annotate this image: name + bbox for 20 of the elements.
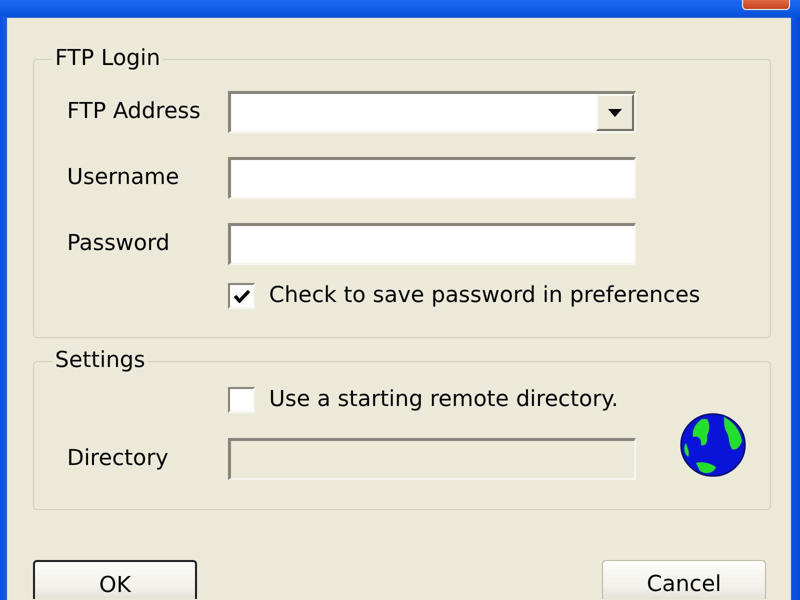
field-label: Directory: [67, 445, 170, 473]
field-label: Username: [67, 164, 180, 192]
close-button[interactable]: [742, 0, 790, 10]
checkbox[interactable]: [228, 283, 255, 309]
checkbox-label[interactable]: Use a starting remote directory.: [269, 387, 618, 413]
field-label: FTP Address: [67, 98, 202, 126]
group-title: Settings: [54, 348, 146, 374]
dropdown-field[interactable]: [228, 91, 636, 133]
checkbox-label[interactable]: Check to save password in preferences: [269, 283, 700, 309]
password-field[interactable]: [228, 223, 636, 265]
dropdown-button[interactable]: [596, 94, 634, 131]
globe-icon: [680, 413, 746, 477]
field-label: Password: [67, 230, 171, 258]
checkbox[interactable]: [228, 387, 255, 413]
dialog-button[interactable]: Cancel: [602, 560, 766, 599]
dialog-button[interactable]: OK: [33, 560, 197, 599]
caret-icon: [608, 108, 622, 116]
group-title: FTP Login: [54, 46, 162, 72]
text-field[interactable]: [228, 157, 636, 199]
check-icon: [234, 289, 250, 303]
